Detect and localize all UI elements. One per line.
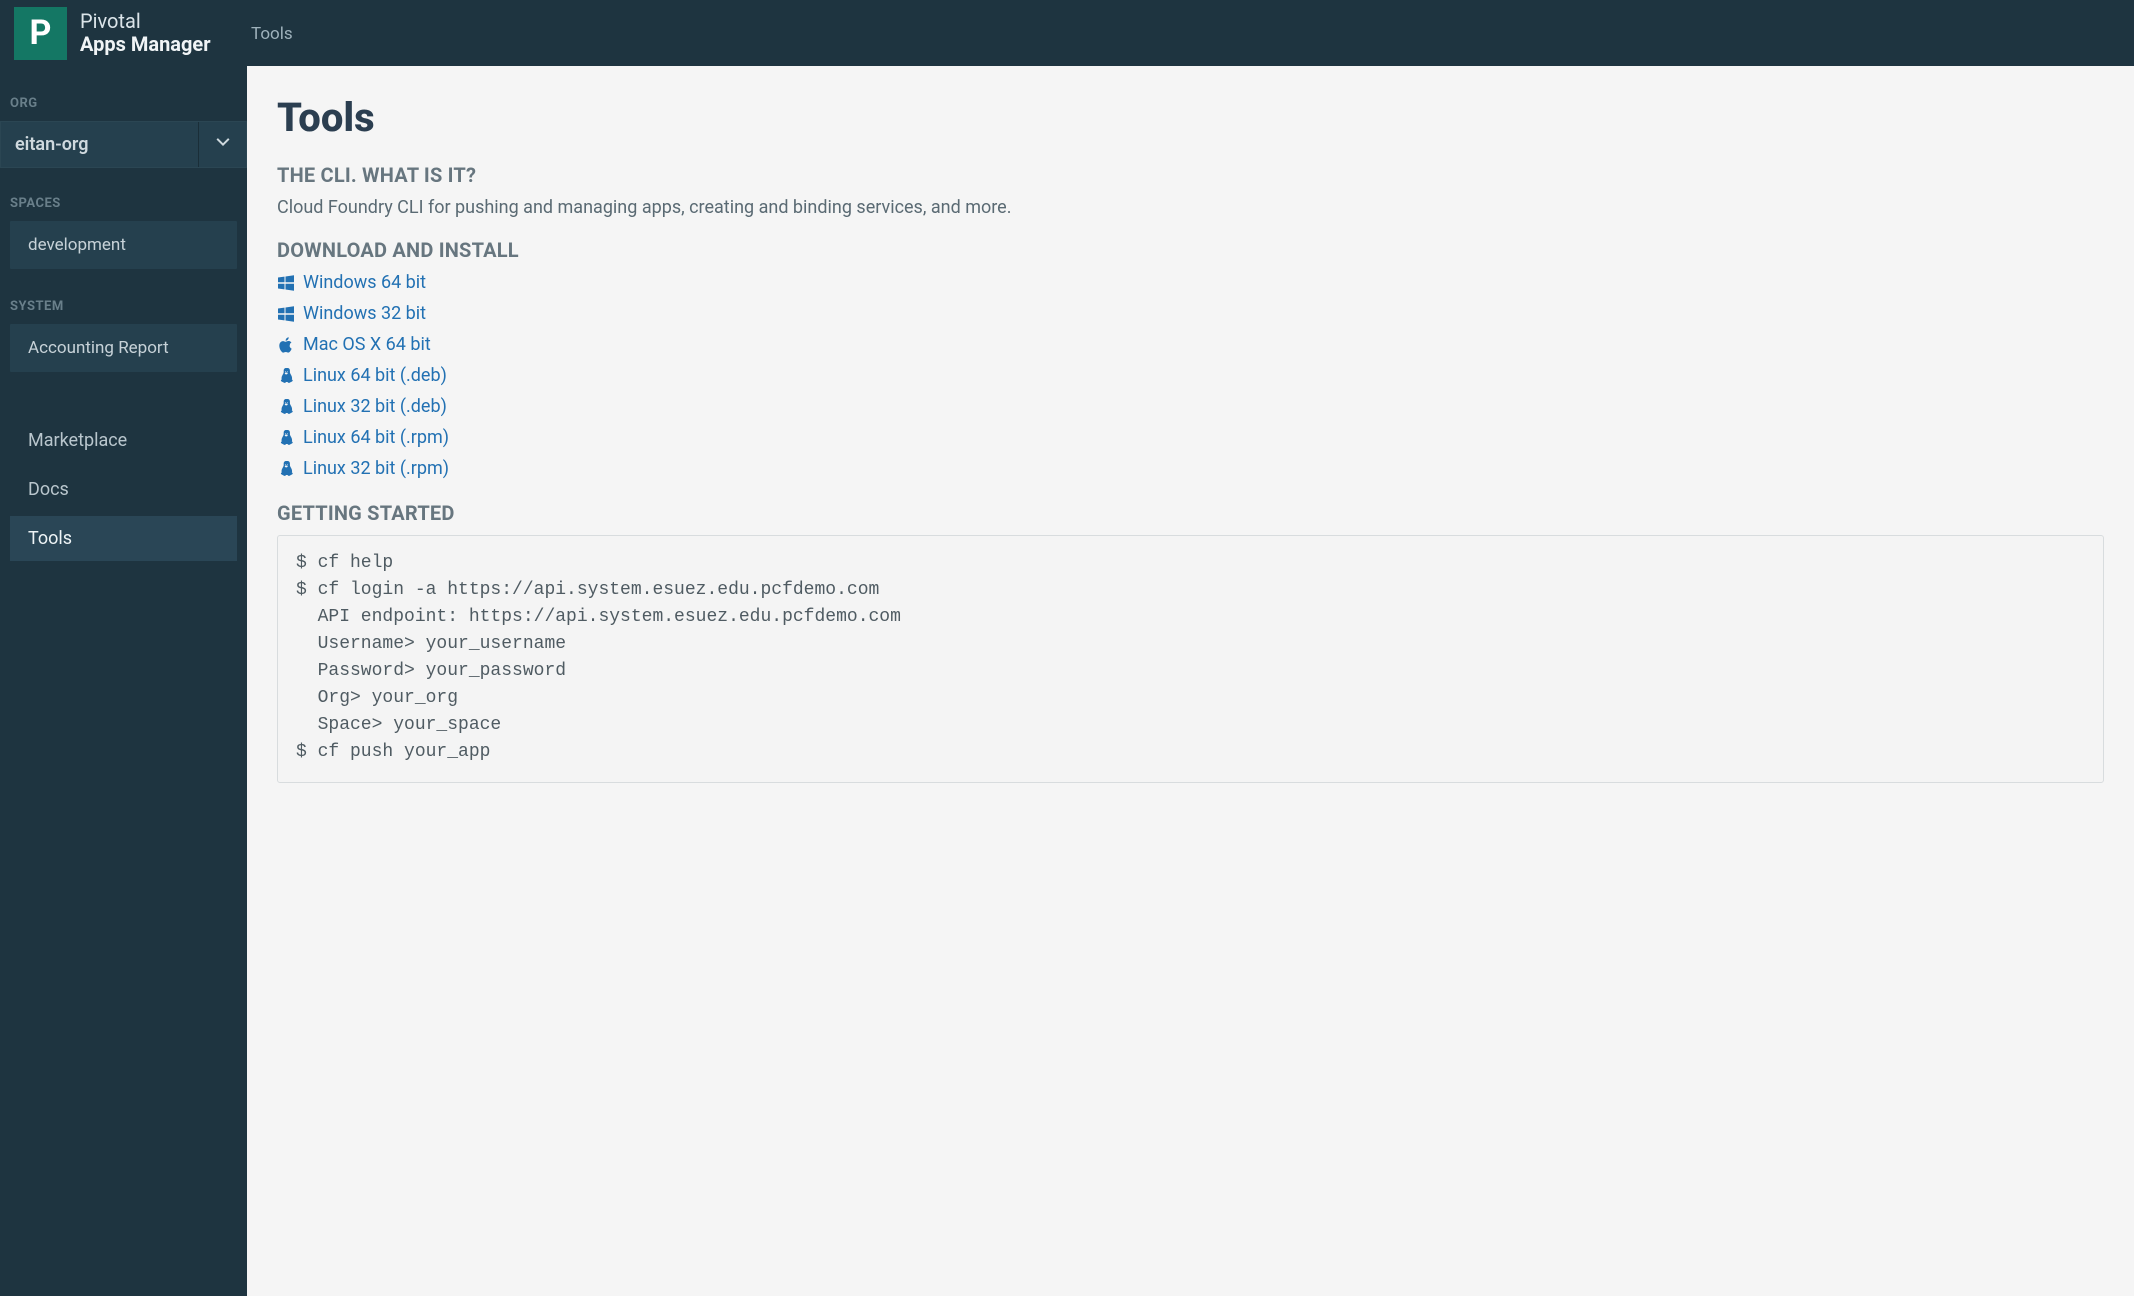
download-linux-32-deb[interactable]: Linux 32 bit (.deb) [277,396,2104,417]
download-linux-32-rpm[interactable]: Linux 32 bit (.rpm) [277,458,2104,479]
sidebar: ORG eitan-org SPACES development SYSTEM … [0,66,247,1296]
sidebar-nav-label: Docs [28,479,69,500]
linux-icon [277,460,295,478]
download-label: Windows 32 bit [303,303,426,324]
breadcrumb[interactable]: Tools [247,24,293,44]
getting-started-header: GETTING STARTED [277,501,2104,525]
download-linux-64-deb[interactable]: Linux 64 bit (.deb) [277,365,2104,386]
chevron-down-icon [215,135,231,155]
main-content: Tools THE CLI. WHAT IS IT? Cloud Foundry… [247,66,2134,1296]
download-label: Windows 64 bit [303,272,426,293]
org-dropdown-toggle[interactable] [198,122,246,167]
sidebar-system-item-name: Accounting Report [28,338,169,358]
windows-icon [277,274,295,292]
sidebar-nav-marketplace[interactable]: Marketplace [10,418,237,463]
org-selector[interactable]: eitan-org [0,121,247,168]
download-list: Windows 64 bit Windows 32 bit Mac OS X 6… [277,272,2104,479]
download-linux-64-rpm[interactable]: Linux 64 bit (.rpm) [277,427,2104,448]
brand-logo: P [14,7,67,60]
sidebar-nav-tools[interactable]: Tools [10,516,237,561]
sidebar-nav-docs[interactable]: Docs [10,467,237,512]
brand-line2: Apps Manager [80,33,211,56]
cli-section-desc: Cloud Foundry CLI for pushing and managi… [277,197,2104,218]
brand-line1: Pivotal [80,10,211,33]
sidebar-spaces-label: SPACES [0,196,247,221]
page-title: Tools [277,94,2104,141]
getting-started-code[interactable]: $ cf help $ cf login -a https://api.syst… [277,535,2104,783]
sidebar-org-label: ORG [0,96,247,121]
sidebar-space-item[interactable]: development [10,221,237,269]
download-label: Linux 32 bit (.rpm) [303,458,449,479]
download-windows-32[interactable]: Windows 32 bit [277,303,2104,324]
sidebar-system-item[interactable]: Accounting Report [10,324,237,372]
download-label: Linux 64 bit (.deb) [303,365,447,386]
sidebar-nav: Marketplace Docs Tools [0,418,247,565]
linux-icon [277,398,295,416]
download-label: Mac OS X 64 bit [303,334,431,355]
sidebar-system-label: SYSTEM [0,299,247,324]
brand-text: Pivotal Apps Manager [80,10,211,56]
sidebar-nav-label: Tools [28,528,72,549]
sidebar-space-name: development [28,235,126,255]
download-label: Linux 32 bit (.deb) [303,396,447,417]
download-macos-64[interactable]: Mac OS X 64 bit [277,334,2104,355]
linux-icon [277,429,295,447]
cli-section-header: THE CLI. WHAT IS IT? [277,163,2104,187]
windows-icon [277,305,295,323]
download-label: Linux 64 bit (.rpm) [303,427,449,448]
linux-icon [277,367,295,385]
download-windows-64[interactable]: Windows 64 bit [277,272,2104,293]
org-name: eitan-org [1,122,198,167]
apple-icon [277,336,295,354]
download-section-header: DOWNLOAD AND INSTALL [277,238,2104,262]
app-header: P Pivotal Apps Manager Tools [0,0,2134,66]
sidebar-nav-label: Marketplace [28,430,127,451]
brand-logo-letter: P [30,13,52,53]
brand[interactable]: P Pivotal Apps Manager [0,0,247,66]
